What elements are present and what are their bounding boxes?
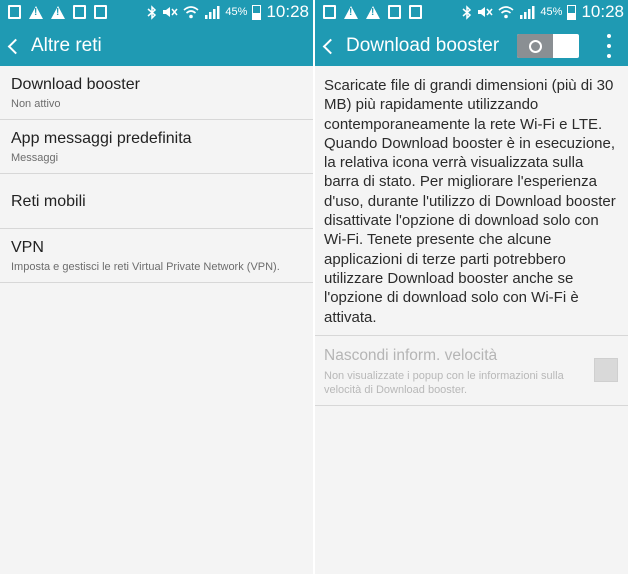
clock: 10:28 — [266, 2, 309, 21]
image-icon — [8, 5, 21, 19]
chevron-left-icon — [7, 38, 24, 54]
status-bar: 45% 10:28 — [315, 0, 628, 26]
bluetooth-icon — [462, 4, 472, 20]
toggle-knob — [517, 34, 553, 58]
hide-speed-info-checkbox[interactable] — [594, 357, 618, 382]
download-booster-toggle[interactable] — [517, 34, 579, 58]
battery-icon — [252, 4, 262, 20]
list-item-subtitle: Messaggi — [11, 152, 59, 164]
list-item-app-messaggi[interactable]: App messaggi predefinita Messaggi — [0, 120, 313, 174]
image-icon — [73, 5, 86, 19]
image-icon — [323, 5, 336, 19]
mute-icon — [478, 7, 493, 17]
dot-icon — [607, 34, 611, 38]
page-title: Download booster — [346, 35, 500, 56]
dot-icon — [607, 44, 611, 48]
calendar-icon — [94, 5, 107, 19]
status-bar: 45% 10:28 — [0, 0, 313, 26]
action-bar: Altre reti — [0, 26, 313, 66]
settings-list: Download booster Non attivo App messaggi… — [0, 66, 313, 283]
action-bar: Download booster — [315, 26, 628, 66]
list-item-reti-mobili[interactable]: Reti mobili — [0, 174, 313, 229]
wifi-icon — [498, 6, 514, 19]
list-item-subtitle: Imposta e gestisci le reti Virtual Priva… — [11, 261, 280, 273]
back-button[interactable]: Altre reti — [0, 26, 102, 66]
altre-reti-screen: 45% 10:28 Altre reti Download booster No… — [0, 0, 313, 574]
download-booster-screen: 45% 10:28 Download booster Scaricate fil… — [315, 0, 628, 574]
wifi-icon — [183, 6, 199, 19]
list-item-title: Reti mobili — [11, 193, 86, 210]
clock: 10:28 — [581, 2, 624, 21]
battery-icon — [567, 4, 577, 20]
calendar-icon — [409, 5, 422, 19]
bluetooth-icon — [147, 4, 157, 20]
warning-icon — [344, 5, 358, 19]
setting-title: Nascondi inform. velocità — [324, 346, 498, 364]
list-item-title: Download booster — [11, 76, 140, 93]
chevron-left-icon — [322, 38, 339, 54]
list-item-subtitle: Non attivo — [11, 98, 61, 110]
description-text: Scaricate file di grandi dimensioni (più… — [315, 66, 628, 336]
list-item-title: VPN — [11, 239, 44, 256]
page-title: Altre reti — [31, 35, 102, 56]
signal-icon — [520, 6, 535, 19]
warning-icon — [29, 5, 43, 19]
back-button[interactable]: Download booster — [315, 26, 499, 66]
list-item-vpn[interactable]: VPN Imposta e gestisci le reti Virtual P… — [0, 229, 313, 283]
setting-hide-speed-info[interactable]: Nascondi inform. velocità Non visualizza… — [315, 336, 628, 406]
signal-icon — [205, 6, 220, 19]
warning-icon — [366, 5, 380, 19]
list-item-download-booster[interactable]: Download booster Non attivo — [0, 66, 313, 120]
warning-icon — [51, 5, 65, 19]
battery-percent: 45% — [540, 6, 563, 18]
off-icon — [528, 39, 542, 53]
list-item-title: App messaggi predefinita — [11, 130, 192, 147]
dot-icon — [607, 54, 611, 58]
more-options-button[interactable] — [606, 34, 612, 58]
battery-percent: 45% — [225, 6, 248, 18]
setting-subtitle: Non visualizzate i popup con le informaz… — [324, 369, 564, 396]
mute-icon — [163, 7, 178, 17]
image-icon — [388, 5, 401, 19]
